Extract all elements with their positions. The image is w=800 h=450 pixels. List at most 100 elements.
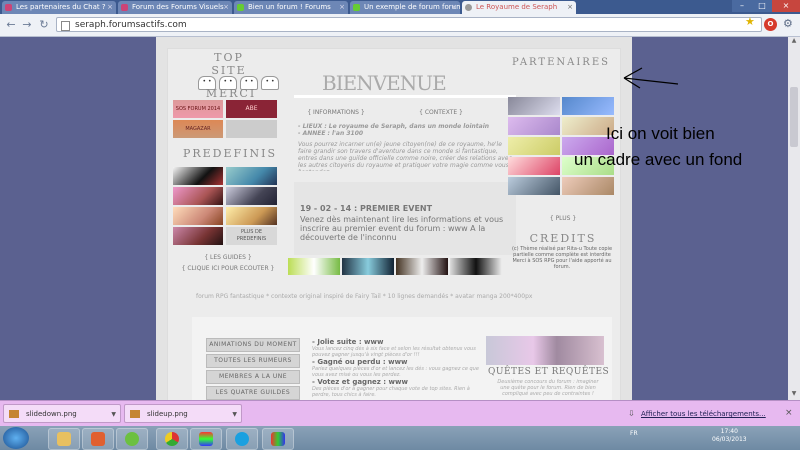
page-scrollbar[interactable]: ▲ ▼ bbox=[788, 37, 800, 400]
download-item[interactable]: slideup.png ▼ bbox=[124, 404, 242, 423]
back-icon[interactable]: ← bbox=[4, 18, 18, 32]
taskbar-app-paint[interactable] bbox=[190, 428, 222, 450]
site-frame: TOP SITE • • • • • • • • MERCI SOS FORUM… bbox=[168, 49, 620, 400]
guides-link[interactable]: { LES GUIDES } bbox=[178, 254, 278, 261]
games-list: - Jolie suite : www Vous lancez cinq dés… bbox=[312, 338, 480, 398]
informations-link[interactable]: { INFORMATIONS } bbox=[296, 109, 376, 116]
animations-button[interactable]: ANIMATIONS DU MOMENT bbox=[206, 338, 300, 352]
partner-badge[interactable] bbox=[508, 117, 560, 135]
skype-icon bbox=[235, 432, 249, 446]
tab-favicon-icon bbox=[465, 4, 472, 11]
news-body: Venez dès maintenant lire les informatio… bbox=[300, 215, 504, 242]
taskbar-app-messenger[interactable] bbox=[116, 428, 148, 450]
predefini-avatar[interactable] bbox=[226, 187, 277, 205]
close-icon[interactable]: × bbox=[785, 408, 793, 418]
plus-predefinis-button[interactable]: PLUS DE PREDEFINIS bbox=[226, 227, 277, 245]
taskbar-app-skype[interactable] bbox=[226, 428, 258, 450]
opera-icon[interactable]: O bbox=[764, 18, 777, 31]
contexte-link[interactable]: { CONTEXTE } bbox=[406, 109, 476, 116]
close-icon[interactable]: × bbox=[107, 1, 113, 14]
scroll-thumb[interactable] bbox=[790, 87, 798, 147]
game-title[interactable]: - Votez et gagnez : www bbox=[312, 378, 480, 386]
tab-favicon-icon bbox=[237, 4, 244, 11]
maximize-icon[interactable]: □ bbox=[752, 0, 772, 12]
address-bar[interactable]: seraph.forumsactifs.com bbox=[56, 17, 762, 32]
predefini-avatar[interactable] bbox=[226, 167, 277, 185]
merci-badge[interactable]: SOS FORUM 2014 bbox=[173, 100, 223, 118]
banner-image bbox=[450, 258, 502, 275]
chevron-down-icon[interactable]: ▼ bbox=[232, 405, 237, 424]
start-button[interactable] bbox=[3, 427, 29, 449]
merci-badge[interactable] bbox=[226, 120, 277, 138]
predefini-avatar[interactable] bbox=[226, 207, 277, 225]
bienvenue-title: BIENVENUE bbox=[322, 71, 447, 95]
plus-link[interactable]: { PLUS } bbox=[538, 215, 588, 222]
tab-favicon-icon bbox=[353, 4, 360, 11]
clock[interactable]: 17:40 06/03/2013 bbox=[712, 428, 747, 444]
media-player-icon bbox=[91, 432, 105, 446]
image-file-icon bbox=[130, 410, 140, 418]
forward-icon[interactable]: → bbox=[20, 18, 34, 32]
language-indicator[interactable]: FR bbox=[630, 430, 638, 437]
taskbar-app-colors[interactable] bbox=[262, 428, 294, 450]
close-icon[interactable]: × bbox=[339, 1, 345, 14]
partner-badge[interactable] bbox=[562, 97, 614, 115]
download-item[interactable]: slidedown.png ▼ bbox=[3, 404, 121, 423]
tab-4[interactable]: Un exemple de forum forum × bbox=[350, 1, 460, 14]
merci-badge[interactable]: MAGAZAR bbox=[173, 120, 223, 138]
merci-heading: MERCI bbox=[205, 87, 257, 100]
quetes-image bbox=[486, 336, 604, 365]
tab-2[interactable]: Forum des Forums Visuels × bbox=[118, 1, 232, 14]
predefini-avatar[interactable] bbox=[173, 187, 223, 205]
wrench-icon[interactable]: ⚙ bbox=[783, 17, 793, 30]
tab-1[interactable]: Les partenaires du Chat ? × bbox=[2, 1, 116, 14]
show-all-downloads-link[interactable]: Afficher tous les téléchargements... bbox=[641, 410, 766, 418]
close-icon[interactable]: × bbox=[223, 1, 229, 14]
scroll-up-icon[interactable]: ▲ bbox=[788, 37, 800, 47]
rumeurs-button[interactable]: TOUTES LES RUMEURS bbox=[206, 354, 300, 368]
ecouter-link[interactable]: { CLIQUE ICI POUR ECOUTER } bbox=[168, 265, 288, 272]
scroll-down-icon[interactable]: ▼ bbox=[788, 390, 800, 400]
game-title[interactable]: - Gagné ou perdu : www bbox=[312, 358, 480, 366]
credits-heading: CREDITS bbox=[529, 232, 597, 245]
partner-badge[interactable] bbox=[508, 137, 560, 155]
partner-badge[interactable] bbox=[562, 177, 614, 195]
image-file-icon bbox=[9, 410, 19, 418]
annotation-line-1: Ici on voit bien bbox=[606, 124, 715, 143]
taskbar-app-media[interactable] bbox=[82, 428, 114, 450]
tab-3[interactable]: Bien un forum ! Forums × bbox=[234, 1, 348, 14]
footer-line: forum RPG fantastique * contexte origina… bbox=[196, 293, 533, 300]
membres-button[interactable]: MEMBRES A LA UNE bbox=[206, 370, 300, 384]
guildes-button[interactable]: LES QUATRE GUILDES bbox=[206, 386, 300, 400]
predefini-avatar[interactable] bbox=[173, 207, 223, 225]
partner-badge[interactable] bbox=[508, 97, 560, 115]
news-title: 19 - 02 - 14 : PREMIER EVENT bbox=[300, 204, 433, 213]
windows-taskbar: FR 17:40 06/03/2013 bbox=[0, 426, 800, 450]
close-icon[interactable]: × bbox=[451, 1, 457, 14]
partner-badge[interactable] bbox=[508, 177, 560, 195]
game-title[interactable]: - Jolie suite : www bbox=[312, 338, 480, 346]
quetes-title: QUÊTES ET REQUÊTES bbox=[488, 367, 610, 377]
tab-favicon-icon bbox=[121, 4, 128, 11]
window-close-icon[interactable]: × bbox=[772, 0, 800, 12]
game-desc: Pariez quelques pièces d'or et lancez le… bbox=[312, 366, 479, 378]
close-icon[interactable]: × bbox=[567, 1, 573, 14]
bookmark-star-icon[interactable]: ★ bbox=[745, 15, 755, 28]
reload-icon[interactable]: ↻ bbox=[37, 18, 51, 32]
merci-badge[interactable]: ABE bbox=[226, 100, 277, 118]
taskbar-app-explorer[interactable] bbox=[48, 428, 80, 450]
window-controls: – □ × bbox=[732, 0, 800, 12]
predefini-avatar[interactable] bbox=[173, 167, 223, 185]
tab-active[interactable]: Le Royaume de Seraph × bbox=[462, 1, 576, 14]
chrome-icon bbox=[165, 432, 179, 446]
banner-image bbox=[396, 258, 448, 275]
download-bar: slidedown.png ▼ slideup.png ▼ ⇩ Afficher t… bbox=[0, 400, 800, 427]
predefinis-heading: PREDEFINIS bbox=[182, 147, 278, 160]
chevron-down-icon[interactable]: ▼ bbox=[111, 405, 116, 424]
taskbar-app-chrome[interactable] bbox=[156, 428, 188, 450]
site-page: TOP SITE • • • • • • • • MERCI SOS FORUM… bbox=[156, 37, 632, 400]
predefini-avatar[interactable] bbox=[173, 227, 223, 245]
quetes-text: Deuxième concours du forum : imaginer un… bbox=[497, 379, 599, 397]
partner-badge[interactable] bbox=[508, 157, 560, 175]
minimize-icon[interactable]: – bbox=[732, 0, 752, 12]
